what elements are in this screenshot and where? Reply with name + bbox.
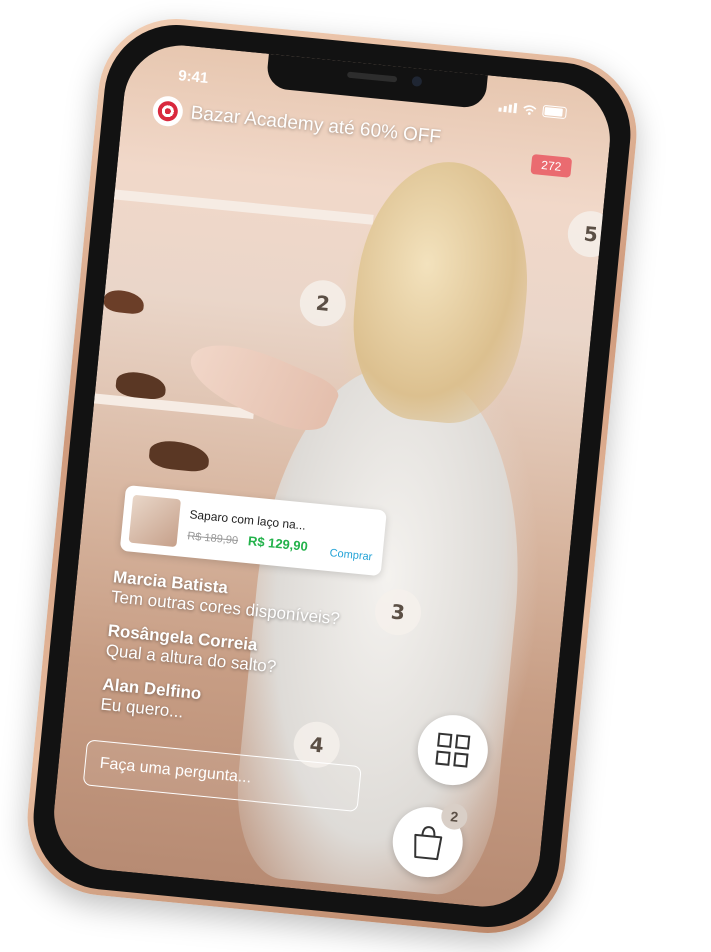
viewer-count-badge: 272 — [530, 154, 573, 178]
live-stream-screen: 9:41 Bazar Academy até 60% OFF 272 5 2 S… — [48, 40, 616, 912]
buy-button[interactable]: Comprar — [329, 547, 373, 563]
front-camera — [411, 75, 423, 87]
background-shoe — [103, 288, 145, 315]
product-info: Saparo com laço na... R$ 189,90 R$ 129,9… — [187, 507, 333, 556]
status-time: 9:41 — [177, 67, 210, 87]
phone-notch — [265, 53, 488, 110]
phone-bezel: 9:41 Bazar Academy até 60% OFF 272 5 2 S… — [26, 18, 638, 934]
annotation-marker-5: 5 — [565, 208, 616, 260]
featured-shoe — [180, 327, 343, 443]
status-icons — [498, 101, 568, 120]
live-title: Bazar Academy até 60% OFF — [189, 102, 442, 148]
wifi-icon — [523, 104, 537, 115]
speaker-grille — [346, 71, 398, 83]
background-shelf — [113, 189, 374, 225]
new-price: R$ 129,90 — [247, 532, 309, 554]
phone-mockup: 9:41 Bazar Academy até 60% OFF 272 5 2 S… — [20, 11, 644, 941]
background-shoe — [147, 439, 211, 473]
presenter-hair — [344, 154, 539, 430]
comment-item: Alan Delfino Eu quero... — [100, 675, 332, 737]
live-header: Bazar Academy até 60% OFF — [151, 94, 442, 153]
shopping-bag-icon — [414, 826, 443, 861]
grid-icon — [435, 732, 471, 768]
old-price: R$ 189,90 — [186, 529, 239, 547]
comment-item: Rosângela Correia Qual a altura do salto… — [105, 621, 337, 683]
signal-icon — [498, 102, 518, 114]
product-thumbnail — [128, 494, 181, 548]
annotation-marker-2: 2 — [297, 278, 348, 329]
target-icon — [151, 94, 185, 128]
battery-icon — [542, 104, 568, 120]
